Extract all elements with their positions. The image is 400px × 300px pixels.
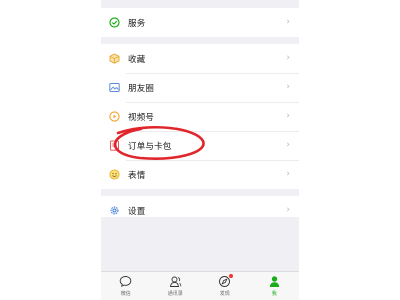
wechat-me-page: 服务 › 收藏 › 朋友圈 › 视频号 › 订单与卡包 › 表情 › 设置 › … — [101, 0, 299, 300]
favorites-icon — [109, 53, 120, 64]
chat-icon — [119, 275, 132, 288]
menu-group-main: 收藏 › 朋友圈 › 视频号 › 订单与卡包 › 表情 › — [101, 44, 299, 189]
menu-item-channels[interactable]: 视频号 › — [101, 102, 299, 131]
tab-label: 通讯录 — [167, 291, 183, 297]
menu-item-service[interactable]: 服务 › — [101, 8, 299, 37]
chevron-right-icon: › — [286, 140, 290, 150]
chevron-right-icon: › — [286, 169, 290, 179]
cards-icon — [109, 140, 120, 151]
menu-item-label: 服务 — [128, 18, 146, 29]
chevron-right-icon: › — [286, 111, 290, 121]
tab-label: 我 — [271, 291, 277, 297]
menu-item-label: 收藏 — [128, 54, 146, 65]
me-icon — [268, 275, 281, 288]
menu-item-orders-cards[interactable]: 订单与卡包 › — [101, 131, 299, 160]
menu-item-label: 订单与卡包 — [128, 141, 172, 152]
tab-contacts[interactable]: 通讯录 — [155, 272, 195, 297]
chevron-right-icon: › — [286, 53, 290, 63]
discover-icon — [218, 274, 234, 288]
menu-item-label: 朋友圈 — [128, 83, 155, 94]
menu-item-moments[interactable]: 朋友圈 › — [101, 73, 299, 102]
tab-me[interactable]: 我 — [254, 272, 294, 297]
menu-item-label: 表情 — [128, 170, 146, 181]
menu-group-service: 服务 › — [101, 8, 299, 37]
contacts-icon — [169, 275, 182, 288]
service-icon — [109, 17, 120, 28]
menu-item-label: 视频号 — [128, 112, 155, 123]
section-gap — [101, 189, 299, 196]
tab-discover[interactable]: 发现 — [205, 272, 245, 297]
tab-label: 微信 — [120, 291, 131, 297]
sticker-icon — [109, 169, 120, 180]
section-gap — [101, 0, 299, 8]
tab-chats[interactable]: 微信 — [106, 272, 146, 297]
menu-item-favorites[interactable]: 收藏 › — [101, 44, 299, 73]
empty-background — [101, 217, 299, 272]
menu-item-stickers[interactable]: 表情 › — [101, 160, 299, 189]
bottom-tab-bar: 微信 通讯录 发现 我 — [101, 271, 299, 300]
section-gap — [101, 37, 299, 44]
menu-item-label: 设置 — [128, 206, 146, 217]
tab-label: 发现 — [219, 291, 230, 297]
chevron-right-icon: › — [286, 17, 290, 27]
chevron-right-icon: › — [286, 82, 290, 92]
moments-icon — [109, 82, 120, 93]
settings-icon — [109, 205, 120, 216]
channels-icon — [109, 111, 120, 122]
notification-badge — [229, 274, 234, 278]
chevron-right-icon: › — [286, 205, 290, 215]
